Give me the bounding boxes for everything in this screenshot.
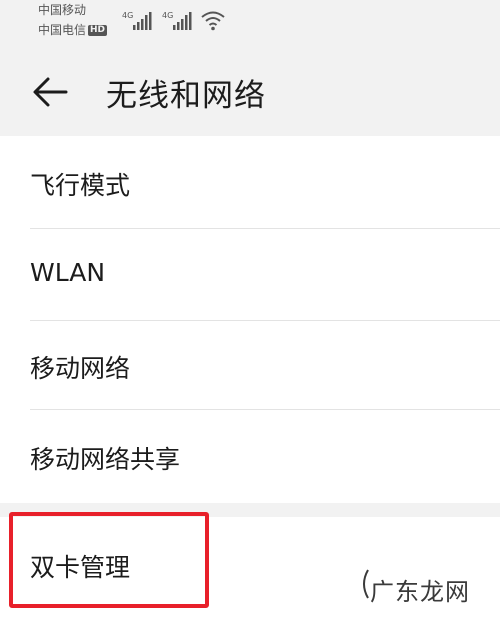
- status-bar: 中国移动 中国电信 HD 4G 4G: [0, 0, 500, 40]
- list-item-wlan[interactable]: WLAN: [0, 229, 500, 320]
- carrier-1: 中国移动: [38, 3, 87, 17]
- list-item-label: WLAN: [30, 258, 106, 287]
- page-title: 无线和网络: [106, 78, 266, 114]
- carrier-2-label: 中国电信: [38, 23, 87, 37]
- watermark: 广东龙网: [370, 578, 470, 606]
- signal-icon-1: 4G: [122, 11, 152, 30]
- wifi-icon: [201, 11, 225, 31]
- list-item-label: 飞行模式: [30, 171, 131, 200]
- network-type-2: 4G: [162, 11, 173, 20]
- hd-badge: HD: [88, 25, 108, 36]
- back-button[interactable]: [30, 72, 70, 112]
- carrier-2: 中国电信 HD: [38, 23, 108, 37]
- network-type-1: 4G: [122, 11, 133, 20]
- list-item-mobile-network[interactable]: 移动网络: [0, 321, 500, 409]
- page-header: 无线和网络: [0, 40, 500, 136]
- arrow-left-icon: [33, 77, 68, 107]
- list-item-tethering[interactable]: 移动网络共享: [0, 410, 500, 503]
- list-item-label: 移动网络: [30, 354, 131, 383]
- settings-list: 飞行模式 WLAN 移动网络 移动网络共享: [0, 136, 500, 503]
- highlight-box: [9, 512, 209, 608]
- signal-icon-2: 4G: [162, 11, 192, 30]
- list-item-label: 移动网络共享: [30, 445, 181, 474]
- list-item-airplane-mode[interactable]: 飞行模式: [0, 136, 500, 228]
